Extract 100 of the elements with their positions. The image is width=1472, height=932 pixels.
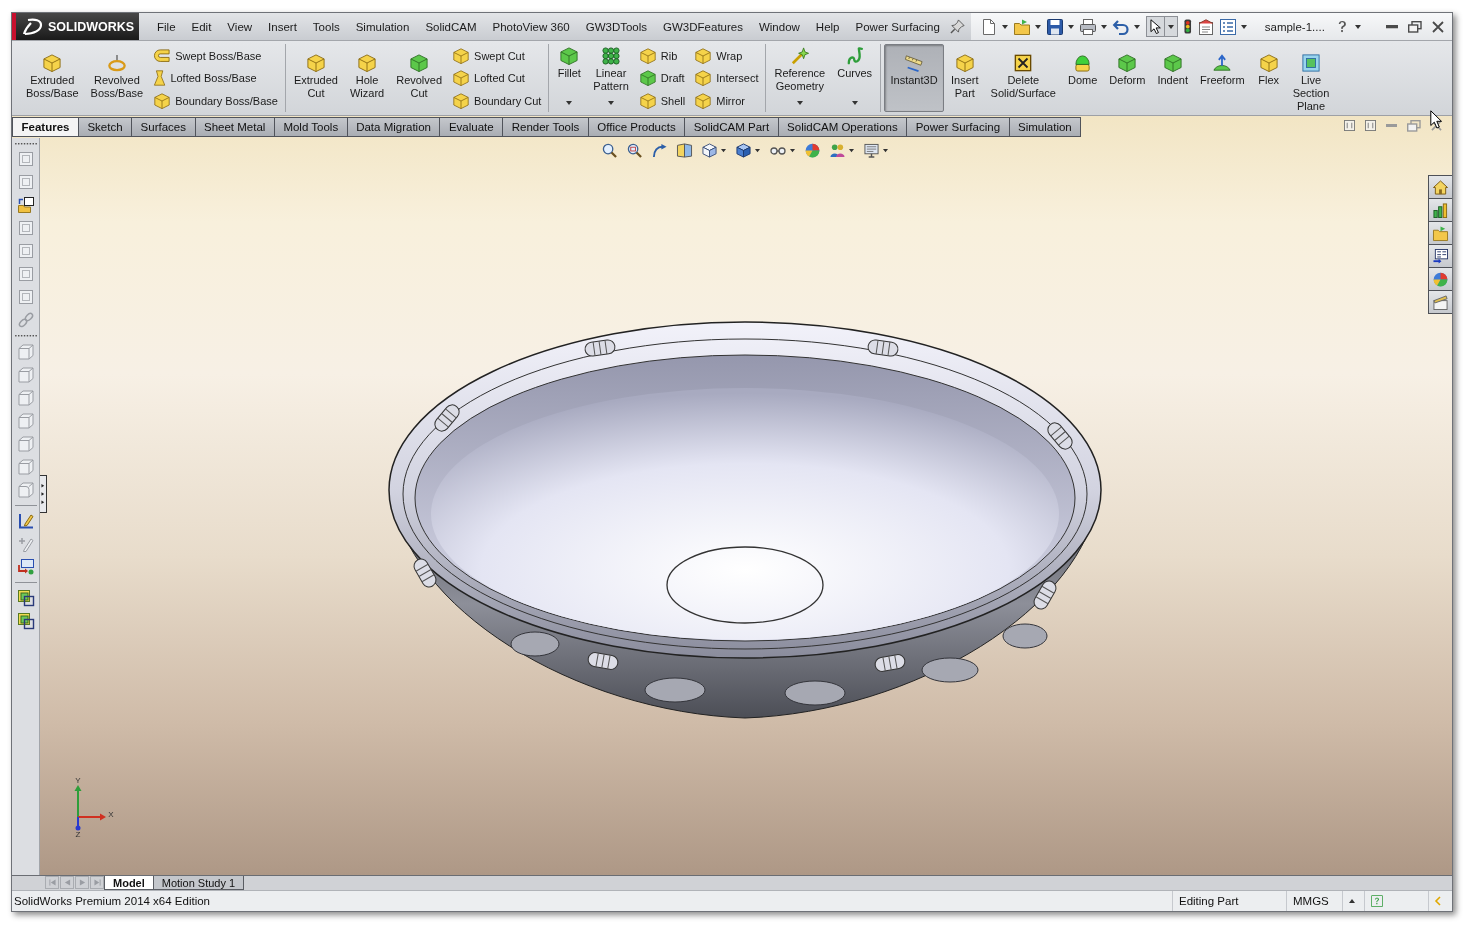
page-icon[interactable] bbox=[981, 18, 997, 35]
ribbon-button[interactable]: Swept Boss/Base bbox=[152, 45, 280, 66]
ribbon-button[interactable]: Boundary Boss/Base bbox=[152, 90, 280, 111]
task-pane-tab[interactable] bbox=[1428, 290, 1452, 314]
layers-icon[interactable] bbox=[17, 612, 34, 629]
caret-icon[interactable] bbox=[721, 148, 726, 153]
ribbon-button[interactable]: Lofted Boss/Base bbox=[152, 67, 280, 89]
minimize-icon[interactable] bbox=[1386, 24, 1398, 29]
menu-item[interactable]: View bbox=[219, 13, 261, 40]
menu-item[interactable]: Edit bbox=[183, 13, 220, 40]
ribbon-button[interactable]: Indent bbox=[1152, 44, 1193, 112]
magnifier-icon[interactable] bbox=[627, 143, 642, 158]
tab[interactable]: Model bbox=[104, 876, 154, 890]
list-icon[interactable] bbox=[1219, 18, 1236, 35]
caret-icon[interactable] bbox=[1101, 24, 1107, 29]
ribbon-button[interactable]: Linear Pattern bbox=[588, 44, 634, 112]
ribbon-button[interactable]: Extruded Boss/Base bbox=[21, 44, 84, 112]
ribbon-button[interactable]: Deform bbox=[1104, 44, 1151, 112]
caret-icon[interactable] bbox=[1354, 24, 1361, 29]
ribbon-button[interactable]: Mirror bbox=[693, 90, 761, 111]
caret-icon[interactable] bbox=[755, 148, 760, 153]
tab[interactable]: Simulation bbox=[1008, 117, 1082, 137]
menu-item[interactable]: SolidCAM bbox=[417, 13, 485, 40]
close-icon[interactable] bbox=[1431, 120, 1442, 131]
menu-item[interactable]: Tools bbox=[304, 13, 348, 40]
tab[interactable]: Render Tools bbox=[502, 117, 589, 137]
ribbon-button[interactable]: Hole Wizard bbox=[344, 44, 390, 112]
task-pane-tab[interactable] bbox=[1428, 198, 1452, 222]
caret-icon[interactable] bbox=[790, 148, 795, 153]
menu-item[interactable]: Help bbox=[807, 13, 848, 40]
cube-icon[interactable] bbox=[702, 143, 717, 158]
tab[interactable]: SolidCAM Part bbox=[684, 117, 779, 137]
folder-sheet-icon[interactable] bbox=[17, 197, 34, 214]
menu-item[interactable]: Power Surfacing bbox=[847, 13, 948, 40]
menu-item[interactable]: GW3DFeatures bbox=[655, 13, 751, 40]
tab[interactable]: Sketch bbox=[77, 117, 133, 137]
ribbon-button[interactable]: Swept Cut bbox=[451, 45, 544, 66]
caret-icon[interactable] bbox=[1240, 24, 1247, 29]
ribbon-button[interactable]: Instant3D bbox=[884, 44, 945, 112]
ribbon-button[interactable]: Extruded Cut bbox=[288, 44, 343, 112]
close-icon[interactable] bbox=[1432, 20, 1444, 33]
tab[interactable]: Sheet Metal bbox=[194, 117, 275, 137]
pushpin-icon[interactable] bbox=[950, 19, 965, 34]
caret-icon[interactable] bbox=[1068, 24, 1074, 29]
ribbon-button[interactable]: Fillet bbox=[552, 44, 587, 112]
tile-icon[interactable] bbox=[1344, 120, 1355, 131]
caret-icon[interactable] bbox=[1134, 24, 1140, 29]
ribbon-button[interactable]: Dome bbox=[1063, 44, 1103, 112]
sketch-icon[interactable] bbox=[17, 512, 34, 529]
task-pane-tab[interactable] bbox=[1428, 267, 1452, 291]
document-icon[interactable] bbox=[1197, 18, 1214, 35]
book-icon[interactable] bbox=[677, 143, 692, 158]
menu-item[interactable]: PhotoView 360 bbox=[484, 13, 578, 40]
undo-icon[interactable] bbox=[1113, 18, 1129, 35]
tile-icon[interactable] bbox=[1365, 120, 1376, 131]
screens-icon[interactable] bbox=[17, 558, 34, 575]
tab[interactable]: Evaluate bbox=[439, 117, 504, 137]
ribbon-button[interactable]: Reference Geometry bbox=[769, 44, 831, 112]
menu-item[interactable]: Window bbox=[750, 13, 808, 40]
ribbon-button[interactable]: Flex bbox=[1251, 44, 1286, 112]
menu-item[interactable]: Insert bbox=[260, 13, 305, 40]
status-text[interactable]: MMGS bbox=[1286, 891, 1342, 911]
caret-icon[interactable] bbox=[1002, 24, 1008, 29]
glasses-icon[interactable] bbox=[770, 146, 786, 155]
caret-icon[interactable] bbox=[883, 148, 888, 153]
select-menu-button[interactable] bbox=[1164, 16, 1179, 37]
menu-item[interactable]: GW3DTools bbox=[577, 13, 656, 40]
menu-item[interactable]: File bbox=[149, 13, 184, 40]
color-ball-icon[interactable] bbox=[805, 143, 820, 158]
ribbon-button[interactable]: Freeform bbox=[1195, 44, 1250, 112]
ribbon-button[interactable]: Lofted Cut bbox=[451, 67, 544, 89]
flyout-handle[interactable] bbox=[40, 475, 47, 513]
task-pane-tab[interactable] bbox=[1428, 175, 1452, 199]
tab[interactable]: Power Surfacing bbox=[906, 117, 1010, 137]
ribbon-button[interactable]: Intersect bbox=[693, 67, 761, 89]
ribbon-button[interactable]: Delete Solid/Surface bbox=[985, 44, 1061, 112]
tab[interactable]: Office Products bbox=[587, 117, 686, 137]
magnifier-icon[interactable] bbox=[602, 143, 617, 158]
tab[interactable]: Features bbox=[12, 117, 79, 137]
traffic-light-icon[interactable] bbox=[1184, 19, 1192, 34]
task-pane-tab[interactable] bbox=[1428, 244, 1452, 268]
ribbon-button[interactable]: Wrap bbox=[693, 45, 761, 66]
up-caret-icon[interactable] bbox=[1349, 899, 1355, 903]
ribbon-button[interactable]: Live Section Plane bbox=[1287, 44, 1335, 112]
layers-icon[interactable] bbox=[17, 589, 34, 606]
ribbon-button[interactable]: Insert Part bbox=[946, 44, 984, 112]
caret-icon[interactable] bbox=[1035, 24, 1041, 29]
caret-icon[interactable] bbox=[849, 148, 854, 153]
menu-item[interactable]: Simulation bbox=[347, 13, 418, 40]
folder-icon[interactable] bbox=[1014, 18, 1030, 35]
tab[interactable]: Mold Tools bbox=[273, 117, 348, 137]
tab[interactable]: Surfaces bbox=[131, 117, 196, 137]
ribbon-button[interactable]: Boundary Cut bbox=[451, 90, 544, 111]
tab[interactable]: Motion Study 1 bbox=[152, 876, 245, 890]
tab[interactable]: Data Migration bbox=[346, 117, 441, 137]
ribbon-button[interactable]: Shell bbox=[637, 90, 688, 111]
ribbon-button[interactable]: Revolved Cut bbox=[391, 44, 448, 112]
ribbon-button[interactable]: Rib bbox=[637, 45, 688, 66]
restore-icon[interactable] bbox=[1408, 20, 1422, 33]
shaded-cube-icon[interactable] bbox=[736, 143, 751, 158]
